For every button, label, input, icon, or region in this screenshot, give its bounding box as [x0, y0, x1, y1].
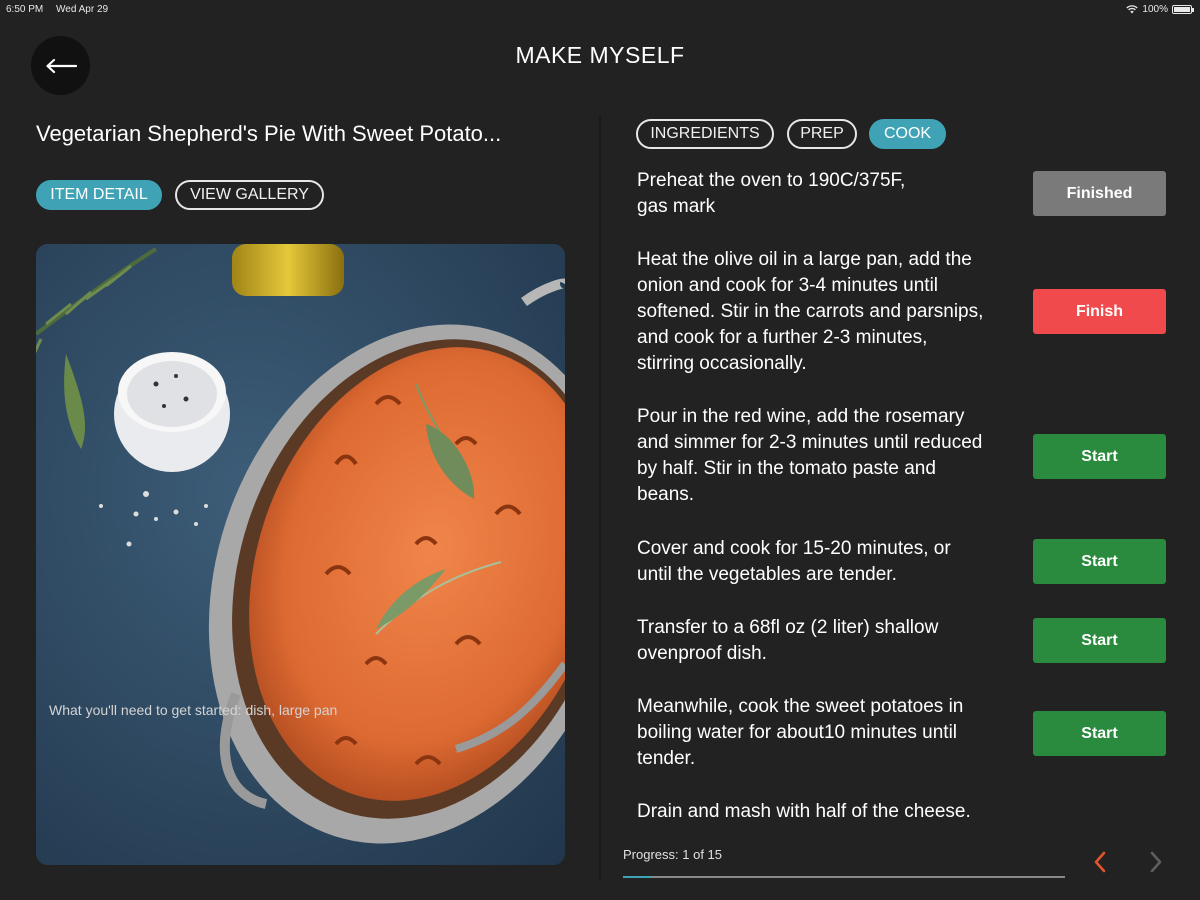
status-date: Wed Apr 29 [56, 4, 109, 15]
status-bar: 6:50 PM Wed Apr 29 100% [0, 0, 1200, 18]
step-6-start-button[interactable]: Start [1033, 711, 1166, 756]
step-line: Transfer to a 68fl oz (2 liter) shallow [637, 617, 939, 638]
page-title: MAKE MYSELF [515, 42, 685, 68]
tab-item-detail[interactable]: ITEM DETAIL [36, 180, 162, 210]
step-4-text: Cover and cook for 15-20 minutes, or unt… [637, 536, 1032, 588]
step-line: tender. [637, 748, 696, 769]
step-6-text: Meanwhile, cook the sweet potatoes in bo… [637, 694, 1032, 772]
step-1-text: Preheat the oven to 190C/375F, gas mark [637, 168, 1032, 220]
step-line: boiling water for about10 minutes until [637, 722, 958, 743]
tab-cook[interactable]: COOK [869, 119, 946, 149]
step-line: ovenproof dish. [637, 643, 767, 664]
progress-bar [623, 876, 1065, 878]
step-line: softened. Stir in the carrots and parsni… [637, 301, 984, 322]
step-4-start-button[interactable]: Start [1033, 539, 1166, 584]
tab-ingredients[interactable]: INGREDIENTS [636, 119, 774, 149]
step-line: Cover and cook for 15-20 minutes, or [637, 538, 951, 559]
step-5-text: Transfer to a 68fl oz (2 liter) shallow … [637, 615, 1032, 667]
step-line: stirring occasionally. [637, 353, 807, 374]
step-line: Drain and mash with half of the cheese. [637, 801, 971, 822]
step-7-text: Drain and mash with half of the cheese. [637, 799, 1032, 825]
step-line: Heat the olive oil in a large pan, add t… [637, 249, 972, 270]
step-line: and cook for a further 2-3 minutes, [637, 327, 928, 348]
step-line: until the vegetables are tender. [637, 564, 897, 585]
chevron-right-icon [1150, 851, 1162, 873]
battery-percent: 100% [1142, 4, 1168, 15]
step-3-text: Pour in the red wine, add the rosemary a… [637, 404, 1032, 508]
chevron-left-icon [1094, 851, 1106, 873]
needs-caption: What you'll need to get started: dish, l… [49, 702, 338, 718]
tab-view-gallery[interactable]: VIEW GALLERY [175, 180, 324, 210]
status-time: 6:50 PM [6, 4, 44, 15]
next-step-button[interactable] [1144, 849, 1168, 875]
prev-step-button[interactable] [1088, 849, 1112, 875]
step-line: and simmer for 2-3 minutes until reduced [637, 432, 983, 453]
step-line: by half. Stir in the tomato paste and [637, 458, 936, 479]
step-3-start-button[interactable]: Start [1033, 434, 1166, 479]
step-line: Pour in the red wine, add the rosemary [637, 406, 965, 427]
progress-fill [623, 876, 653, 878]
step-line: Meanwhile, cook the sweet potatoes in [637, 696, 964, 717]
tab-prep[interactable]: PREP [787, 119, 857, 149]
status-right: 100% [1126, 4, 1194, 15]
step-1-finished-button[interactable]: Finished [1033, 171, 1166, 216]
battery-icon [1172, 5, 1194, 14]
progress-label: Progress: 1 of 15 [623, 847, 722, 862]
step-line: beans. [637, 484, 695, 505]
recipe-title: Vegetarian Shepherd's Pie With Sweet Pot… [36, 121, 502, 146]
shepherds-pie-image [36, 244, 565, 865]
column-divider [599, 116, 601, 880]
step-2-finish-button[interactable]: Finish [1033, 289, 1166, 334]
recipe-photo [36, 244, 565, 865]
status-left: 6:50 PM Wed Apr 29 [6, 4, 118, 15]
step-line: Preheat the oven to 190C/375F, [637, 170, 906, 191]
step-5-start-button[interactable]: Start [1033, 618, 1166, 663]
wifi-icon [1126, 5, 1139, 14]
step-line: onion and cook for 3-4 minutes until [637, 275, 939, 296]
step-2-text: Heat the olive oil in a large pan, add t… [637, 247, 1032, 377]
step-line: gas mark [637, 196, 716, 217]
